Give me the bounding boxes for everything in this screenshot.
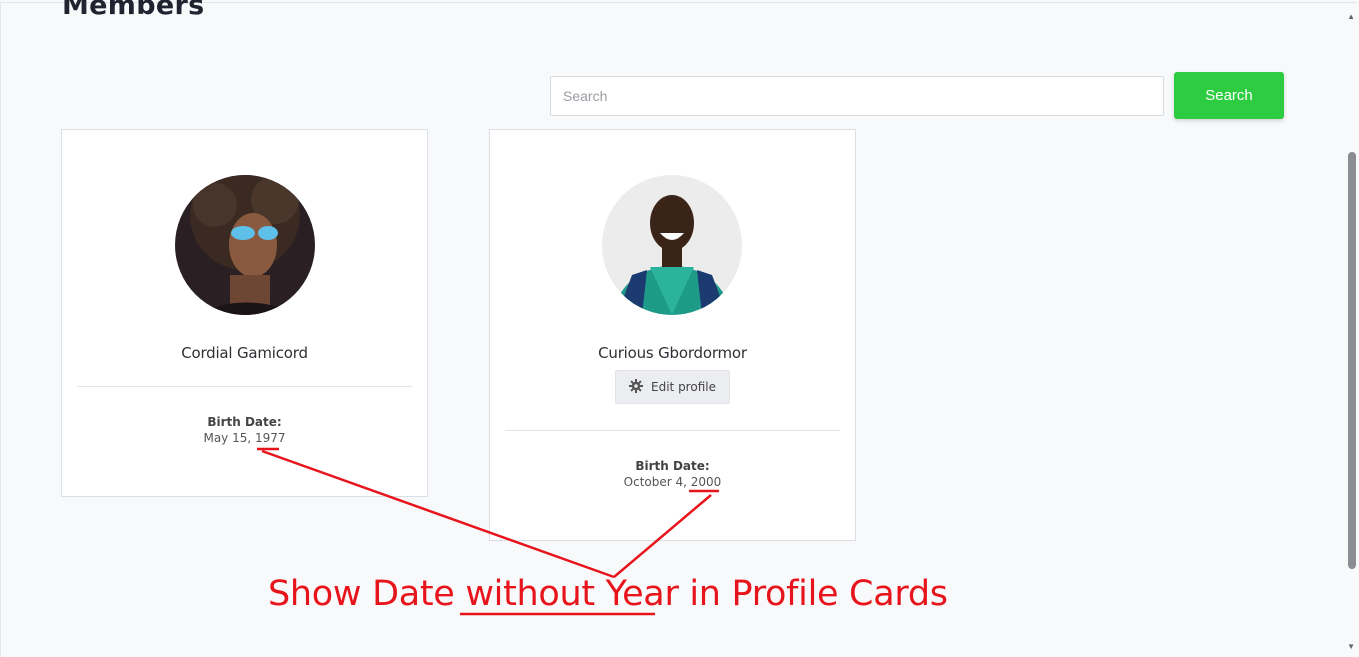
chevron-down-icon[interactable]: ▼ (1347, 642, 1355, 651)
member-avatar[interactable] (175, 175, 315, 315)
scroll-thumb[interactable] (1348, 152, 1356, 569)
card-divider (77, 386, 412, 387)
page-title: Members (62, 0, 205, 21)
search-input[interactable] (550, 76, 1164, 116)
member-card: Curious Gbordormor Edit profile Birth Da… (489, 129, 856, 541)
member-card: Cordial Gamicord Birth Date: May 15, 197… (61, 129, 428, 497)
search-button[interactable]: Search (1174, 72, 1284, 119)
birth-date-value: May 15, 1977 (203, 431, 286, 445)
member-avatar[interactable] (602, 175, 742, 315)
annotation-text: Show Date without Year in Profile Cards (268, 574, 948, 614)
avatar-image (602, 175, 742, 315)
edit-profile-label: Edit profile (651, 380, 716, 394)
member-name: Cordial Gamicord (181, 344, 308, 362)
edit-profile-button[interactable]: Edit profile (615, 370, 730, 404)
birth-date-label: Birth Date: (635, 459, 710, 473)
chevron-up-icon[interactable]: ▲ (1347, 12, 1355, 21)
avatar-image (175, 175, 315, 315)
gear-icon (629, 378, 644, 396)
birth-date-label: Birth Date: (207, 415, 282, 429)
card-divider (505, 430, 840, 431)
birth-date-value: October 4, 2000 (623, 475, 722, 489)
member-name: Curious Gbordormor (598, 344, 747, 362)
scrollbar[interactable]: ▲ ▼ (1345, 2, 1359, 657)
